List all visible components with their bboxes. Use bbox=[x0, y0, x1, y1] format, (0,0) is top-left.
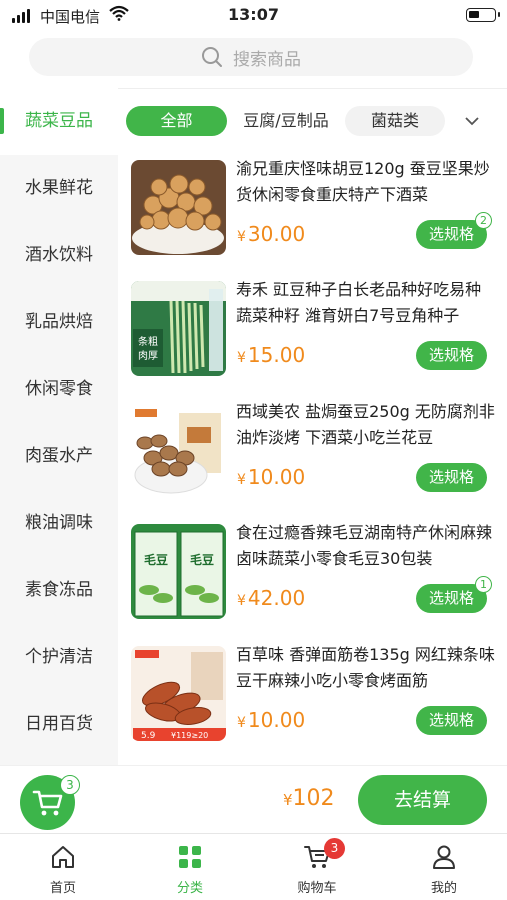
tab-home[interactable]: 首页 bbox=[0, 834, 126, 900]
svg-text:5.9: 5.9 bbox=[141, 731, 156, 741]
product-title: 百草味 香弹面筋卷135g 网红辣条味豆干麻辣小吃小零食烤面筋 bbox=[236, 645, 495, 690]
spec-count-badge: 2 bbox=[475, 212, 492, 229]
svg-text:¥119≥20: ¥119≥20 bbox=[171, 731, 208, 740]
bottom-tab-bar: 首页 分类 3 购物车 我的 bbox=[0, 833, 507, 900]
cart-tab-badge: 3 bbox=[324, 838, 345, 859]
category-item-grain-oil[interactable]: 粮油调味 bbox=[0, 490, 118, 557]
category-item-snacks[interactable]: 休闲零食 bbox=[0, 356, 118, 423]
product-price: ¥30.00 bbox=[237, 222, 306, 246]
cart-total: ¥102 bbox=[283, 786, 335, 811]
search-icon bbox=[202, 47, 222, 67]
category-item-drinks[interactable]: 酒水饮料 bbox=[0, 222, 118, 289]
product-image bbox=[131, 160, 226, 255]
spec-count-badge: 1 bbox=[475, 576, 492, 593]
tab-label: 分类 bbox=[176, 881, 203, 896]
product-image: 条粗 肉厚 bbox=[131, 281, 226, 376]
product-title: 寿禾 豇豆种子白长老品种好吃易种蔬菜种籽 潍育妍白7号豆角种子 bbox=[236, 280, 482, 325]
product-title: 渝兄重庆怪味胡豆120g 蚕豆坚果炒货休闲零食重庆特产下酒菜 bbox=[236, 159, 490, 204]
chevron-down-icon[interactable] bbox=[463, 112, 481, 130]
select-spec-button[interactable]: 选规格 bbox=[416, 706, 487, 735]
product-card[interactable]: 渝兄重庆怪味胡豆120g 蚕豆坚果炒货休闲零食重庆特产下酒菜 ¥30.00 选规… bbox=[118, 150, 507, 270]
category-icon bbox=[179, 846, 201, 868]
svg-text:毛豆: 毛豆 bbox=[144, 552, 168, 567]
tab-label: 首页 bbox=[49, 881, 76, 896]
profile-icon bbox=[433, 845, 455, 869]
filter-chip-all[interactable]: 全部 bbox=[126, 106, 227, 136]
select-spec-button[interactable]: 选规格 bbox=[416, 341, 487, 370]
tab-category[interactable]: 分类 bbox=[127, 834, 253, 900]
status-bar: 中国电信 13:07 bbox=[0, 0, 507, 30]
search-bar[interactable]: 搜索商品 bbox=[29, 38, 473, 76]
search-placeholder: 搜索商品 bbox=[233, 49, 301, 70]
filter-chip-tofu[interactable]: 豆腐/豆制品 bbox=[232, 106, 340, 136]
svg-text:毛豆: 毛豆 bbox=[190, 552, 214, 567]
category-item-fruits[interactable]: 水果鲜花 bbox=[0, 155, 118, 222]
product-title: 西域美农 盐焗蚕豆250g 无防腐剂非油炸淡烤 下酒菜小吃兰花豆 bbox=[236, 402, 495, 447]
category-item-dairy[interactable]: 乳品烘焙 bbox=[0, 289, 118, 356]
product-price: ¥15.00 bbox=[237, 343, 306, 367]
product-card[interactable]: 5.9 ¥119≥20 百草味 香弹面筋卷135g 网红辣条味豆干麻辣小吃小零食… bbox=[118, 636, 507, 756]
battery-icon bbox=[466, 8, 500, 22]
product-title: 食在过瘾香辣毛豆湖南特产休闲麻辣卤味蔬菜小零食毛豆30包装 bbox=[236, 523, 493, 568]
product-price: ¥10.00 bbox=[237, 708, 306, 732]
category-item-frozen[interactable]: 素食冻品 bbox=[0, 557, 118, 624]
svg-text:肉厚: 肉厚 bbox=[138, 349, 158, 362]
filter-chip-mushroom[interactable]: 菌菇类 bbox=[345, 106, 445, 136]
category-item-vegetables[interactable]: 蔬菜豆品 bbox=[0, 88, 118, 155]
tab-label: 购物车 bbox=[297, 881, 337, 896]
cart-icon bbox=[32, 790, 62, 815]
svg-text:条粗: 条粗 bbox=[138, 335, 158, 348]
checkout-button[interactable]: 去结算 bbox=[358, 775, 487, 825]
category-sidebar: 蔬菜豆品 水果鲜花 酒水饮料 乳品烘焙 休闲零食 肉蛋水产 粮油调味 素食冻品 … bbox=[0, 88, 118, 765]
product-price: ¥42.00 bbox=[237, 586, 306, 610]
home-icon bbox=[52, 846, 74, 868]
clock: 13:07 bbox=[228, 5, 279, 24]
product-price: ¥10.00 bbox=[237, 465, 306, 489]
product-image: 5.9 ¥119≥20 bbox=[131, 646, 226, 741]
category-item-meat[interactable]: 肉蛋水产 bbox=[0, 423, 118, 490]
product-image bbox=[131, 403, 226, 498]
product-image: 毛豆 毛豆 bbox=[131, 524, 226, 619]
tab-profile[interactable]: 我的 bbox=[381, 834, 507, 900]
category-item-daily-goods[interactable]: 日用百货 bbox=[0, 691, 118, 758]
category-item-personal-care[interactable]: 个护清洁 bbox=[0, 624, 118, 691]
tab-label: 我的 bbox=[430, 881, 457, 896]
product-card[interactable]: 条粗 肉厚 寿禾 豇豆种子白长老品种好吃易种蔬菜种籽 潍育妍白7号豆角种子 ¥1… bbox=[118, 271, 507, 391]
tab-cart[interactable]: 3 购物车 bbox=[254, 834, 380, 900]
cart-count-badge: 3 bbox=[60, 775, 80, 795]
product-card[interactable]: 毛豆 毛豆 食在过瘾香辣毛豆湖南特产休闲麻辣卤味蔬菜小零食毛豆30包装 ¥42.… bbox=[118, 514, 507, 634]
product-card[interactable]: 西域美农 盐焗蚕豆250g 无防腐剂非油炸淡烤 下酒菜小吃兰花豆 ¥10.00 … bbox=[118, 393, 507, 513]
select-spec-button[interactable]: 选规格 bbox=[416, 463, 487, 492]
